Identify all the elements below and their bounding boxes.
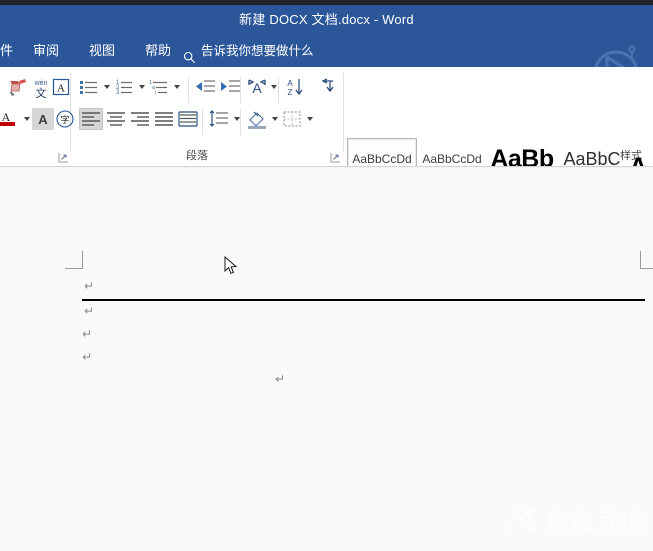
- style-title[interactable]: A: [627, 138, 649, 167]
- style-heading-1-preview: AaBb: [490, 145, 554, 167]
- search-icon: [183, 44, 196, 64]
- separator-sort: [278, 77, 279, 103]
- text-highlight-color-dropdown-caret-icon[interactable]: [24, 117, 30, 121]
- svg-text:wén: wén: [34, 80, 48, 87]
- paragraph-mark-3: ↵: [82, 327, 93, 341]
- ribbon: wén 文 A A A 字 1 2 3 1 a i A A Z 段落 样式 Aa…: [0, 67, 653, 167]
- font-dialog-launcher[interactable]: [58, 150, 69, 163]
- tell-me-search-box[interactable]: 告诉我你想要做什么: [183, 35, 314, 67]
- borders-dropdown-caret-icon[interactable]: [307, 117, 313, 121]
- title-bar: 新建 DOCX 文档.docx - Word: [0, 5, 653, 35]
- tab-partial-left[interactable]: 件: [0, 35, 19, 67]
- style-no-spacing[interactable]: AaBbCcDd ↵ 无间隔: [417, 138, 487, 167]
- svg-text:A: A: [287, 79, 293, 88]
- svg-text:A: A: [38, 112, 48, 127]
- style-heading-2[interactable]: AaBbC 标题 2: [557, 138, 627, 167]
- sort-icon[interactable]: A Z: [285, 76, 306, 98]
- bullets-dropdown-caret-icon[interactable]: [104, 85, 110, 89]
- style-normal[interactable]: AaBbCcDd ↵ 正文: [347, 138, 417, 167]
- decrease-indent-icon[interactable]: [194, 76, 217, 98]
- line-spacing-dropdown-caret-icon[interactable]: [234, 117, 240, 121]
- ribbon-tab-strip: 件 审阅 视图 帮助 告诉我你想要做什么: [0, 35, 653, 67]
- show-formatting-marks-icon[interactable]: [316, 76, 337, 98]
- style-no-spacing-preview: AaBbCcDd: [422, 152, 482, 167]
- separator-linespacing: [202, 109, 203, 135]
- style-heading-2-preview: AaBbC: [563, 149, 621, 167]
- paragraph-bottom-border-rule: [82, 299, 645, 301]
- style-heading-1[interactable]: AaBb 标题 1: [487, 138, 557, 167]
- line-spacing-icon[interactable]: [208, 108, 230, 130]
- align-right-icon[interactable]: [128, 108, 152, 130]
- align-center-icon[interactable]: [104, 108, 128, 130]
- increase-indent-icon[interactable]: [219, 76, 242, 98]
- cursor-logo-watermark-icon: [585, 37, 647, 67]
- tab-view[interactable]: 视图: [83, 35, 121, 67]
- character-border-icon[interactable]: A: [50, 76, 72, 98]
- borders-icon[interactable]: [281, 108, 303, 130]
- tab-review[interactable]: 审阅: [27, 35, 65, 67]
- svg-text:i: i: [155, 90, 156, 96]
- mouse-cursor: [224, 255, 238, 276]
- numbering-icon[interactable]: 1 2 3: [113, 76, 135, 98]
- tab-help[interactable]: 帮助: [139, 35, 177, 67]
- window-title: 新建 DOCX 文档.docx - Word: [239, 12, 414, 27]
- tell-me-label: 告诉我你想要做什么: [201, 44, 314, 58]
- paragraph-mark-5: ↵: [275, 372, 286, 386]
- align-left-icon[interactable]: [79, 108, 103, 130]
- paragraph-mark-2: ↵: [84, 304, 95, 318]
- svg-text:3: 3: [116, 90, 120, 96]
- svg-text:文: 文: [36, 86, 47, 100]
- svg-text:字: 字: [60, 114, 69, 126]
- shading-dropdown-caret-icon[interactable]: [272, 117, 278, 121]
- shading-icon[interactable]: [246, 108, 268, 130]
- text-highlight-color-icon[interactable]: A: [0, 108, 20, 130]
- bullets-icon[interactable]: [78, 76, 100, 98]
- format-painter-icon[interactable]: [4, 77, 30, 99]
- margin-mark-top-left: [65, 251, 83, 269]
- justify-icon[interactable]: [152, 108, 176, 130]
- paragraph-dialog-launcher[interactable]: [330, 150, 341, 163]
- watermark-text: 自由互换: [545, 509, 645, 536]
- watermark-x-mark-icon: [504, 506, 538, 534]
- word-window: 新建 DOCX 文档.docx - Word 件 审阅 视图 帮助 告诉我你想要…: [0, 0, 653, 551]
- multilevel-list-dropdown-caret-icon[interactable]: [174, 85, 180, 89]
- style-normal-preview: AaBbCcDd: [352, 152, 412, 167]
- asian-layout-dropdown-caret-icon[interactable]: [271, 85, 277, 89]
- group-label-paragraph: 段落: [186, 150, 208, 162]
- separator-indent: [188, 77, 189, 103]
- paragraph-mark-4: ↵: [82, 350, 93, 364]
- styles-gallery: AaBbCcDd ↵ 正文 AaBbCcDd ↵ 无间隔 AaBb 标题 1 A…: [347, 138, 649, 167]
- paragraph-mark-1: ↵: [84, 279, 95, 293]
- margin-mark-top-right: [640, 251, 653, 269]
- document-page[interactable]: ↵ ↵ ↵ ↵ ↵ 自由互换: [0, 168, 653, 551]
- svg-text:A: A: [2, 110, 11, 124]
- svg-text:A: A: [57, 83, 65, 95]
- multilevel-list-icon[interactable]: 1 a i: [148, 76, 170, 98]
- document-canvas[interactable]: ↵ ↵ ↵ ↵ ↵ 自由互换: [0, 168, 653, 551]
- svg-text:Z: Z: [287, 88, 292, 97]
- enclose-character-icon[interactable]: 字: [54, 108, 76, 130]
- asian-layout-icon[interactable]: A: [246, 76, 268, 98]
- group-separator-paragraph-styles: [343, 73, 344, 151]
- distribute-icon[interactable]: [176, 108, 200, 130]
- site-watermark: 自由互换: [504, 502, 645, 537]
- numbering-dropdown-caret-icon[interactable]: [139, 85, 145, 89]
- style-title-preview: A: [629, 152, 647, 167]
- font-color-icon[interactable]: A: [32, 108, 54, 130]
- separator-shading: [240, 109, 241, 135]
